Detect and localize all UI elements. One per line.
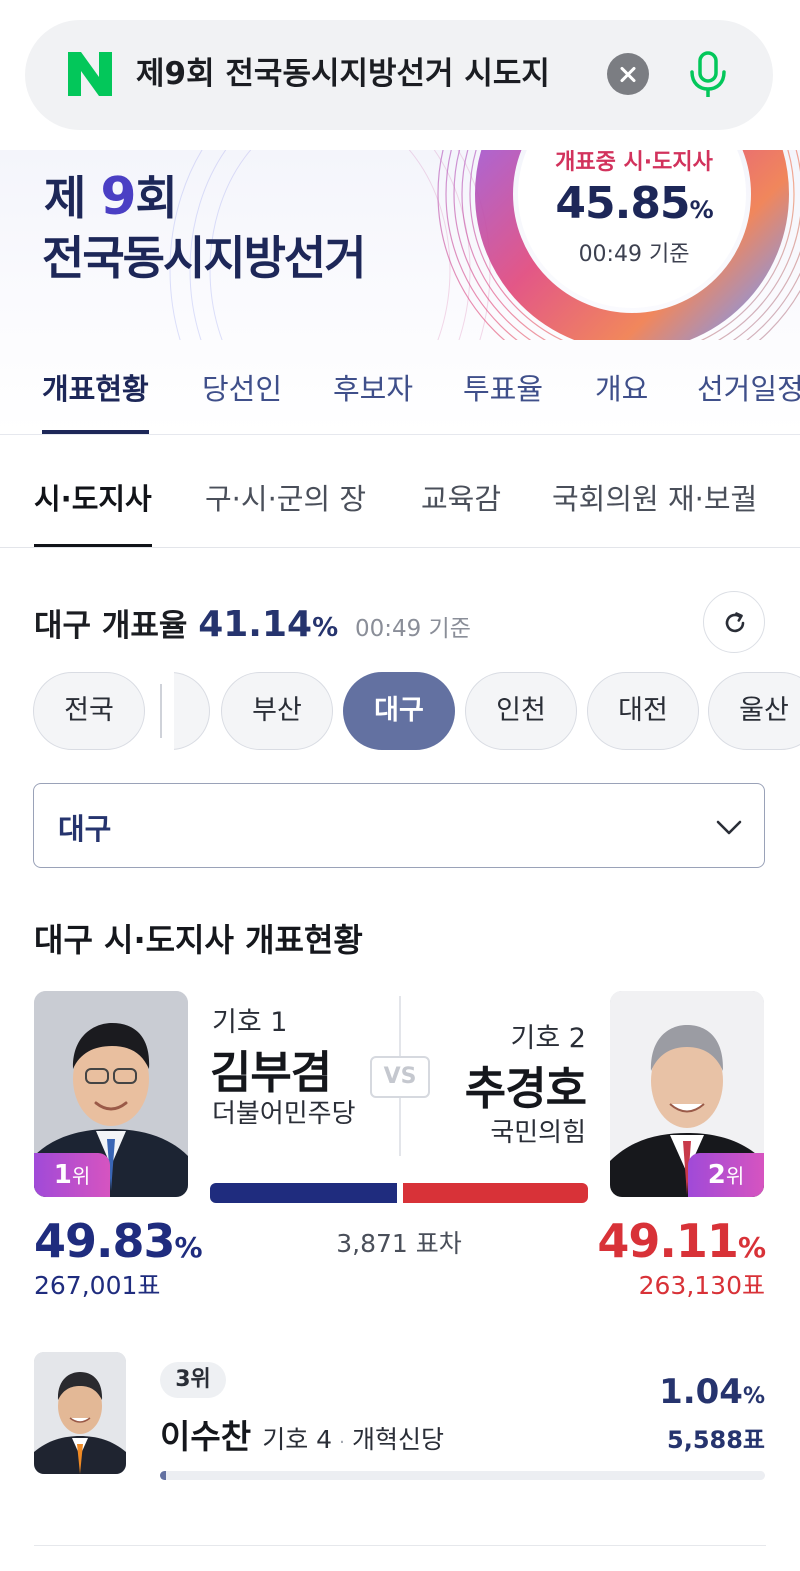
tab-local-head[interactable]: 구·시·군의 장 xyxy=(205,476,366,547)
candidate-2-photo[interactable]: 2위 xyxy=(610,991,764,1197)
election-title-line2: 전국동시지방선거 xyxy=(42,231,367,285)
counting-time: 00:49 기준 xyxy=(578,242,690,267)
region-select[interactable]: 대구 xyxy=(33,783,765,868)
tab-overview[interactable]: 개요 xyxy=(595,366,648,434)
tab-superintendent[interactable]: 교육감 xyxy=(421,476,501,547)
search-header: 제9회 전국동시지방선거 시도지 xyxy=(0,0,800,150)
candidate-1-percent: 49.83% xyxy=(34,1214,203,1268)
candidate-1-name[interactable]: 김부겸 xyxy=(210,1036,332,1101)
section-title: 대구 시·도지사 개표현황 xyxy=(34,921,363,959)
counting-label: 개표중 시·도지사 xyxy=(555,150,713,175)
main-tabs: 개표현황 당선인 후보자 투표율 개요 선거일정 xyxy=(0,350,800,434)
region-select-value: 대구 xyxy=(58,812,112,846)
tab-schedule[interactable]: 선거일정 xyxy=(697,366,800,434)
candidate-3-share-bar xyxy=(160,1471,167,1480)
region-chips: 전국 부산 대구 인천 대전 울산 xyxy=(0,672,800,752)
search-input[interactable]: 제9회 전국동시지방선거 시도지 xyxy=(136,48,580,100)
chip-daejeon[interactable]: 대전 xyxy=(587,672,699,750)
candidate-2-share-bar xyxy=(403,1183,588,1203)
election-title-line1: 제 9회 xyxy=(44,167,178,227)
candidate-3-name[interactable]: 이수찬 xyxy=(160,1417,251,1456)
candidate-1-share-bar xyxy=(210,1183,398,1203)
chip-nationwide[interactable]: 전국 xyxy=(33,672,145,750)
candidate-3-info: 이수찬 기호 4 · 개혁신당 xyxy=(160,1410,444,1458)
sub-tabs: 시·도지사 구·시·군의 장 교육감 국회의원 재·보궐 xyxy=(0,436,800,548)
vote-gap: 3,871 표차 xyxy=(336,1229,462,1258)
chip-incheon[interactable]: 인천 xyxy=(465,672,577,750)
candidate-3-photo[interactable] xyxy=(34,1352,126,1474)
vote-share-bar xyxy=(210,1183,588,1203)
candidate-3-share-track xyxy=(160,1471,765,1480)
candidate-2-rank-badge: 2위 xyxy=(688,1153,764,1197)
naver-logo-icon[interactable] xyxy=(66,50,114,98)
counting-rate: 45.85% xyxy=(555,178,713,229)
candidate-2-votes: 263,130표 xyxy=(638,1271,765,1300)
candidate-2-name[interactable]: 추경호 xyxy=(420,1052,587,1117)
candidate-1-rank-badge: 1위 xyxy=(34,1153,110,1197)
candidate-3-rank-badge: 3위 xyxy=(160,1362,226,1398)
candidate-3-party: 개혁신당 xyxy=(351,1425,444,1454)
candidate-3-portrait xyxy=(34,1352,126,1474)
chevron-down-icon xyxy=(716,820,742,835)
candidate-2-party: 국민의힘 xyxy=(490,1118,586,1148)
candidate-1-votes: 267,001표 xyxy=(34,1271,161,1300)
candidate-2-number: 기호 2 xyxy=(510,1023,586,1054)
candidate-2-percent: 49.11% xyxy=(597,1214,766,1268)
tab-candidates[interactable]: 후보자 xyxy=(333,366,413,434)
candidate-3-separator: · xyxy=(339,1432,345,1453)
candidate-1-photo[interactable]: 1위 xyxy=(34,991,188,1197)
refresh-icon xyxy=(725,612,745,633)
chip-busan[interactable]: 부산 xyxy=(221,672,333,750)
tab-governor[interactable]: 시·도지사 xyxy=(34,476,152,547)
candidate-3-votes: 5,588표 xyxy=(667,1426,765,1454)
candidate-1-number: 기호 1 xyxy=(212,1007,288,1038)
candidate-3-percent: 1.04% xyxy=(659,1372,765,1412)
region-count-rate: 대구 개표율 41.14% 00:49 기준 xyxy=(34,604,471,645)
refresh-button[interactable] xyxy=(703,591,765,653)
section-divider xyxy=(34,1545,766,1546)
tab-count-status[interactable]: 개표현황 xyxy=(42,366,149,434)
tab-winners[interactable]: 당선인 xyxy=(202,366,282,434)
chip-divider xyxy=(160,684,162,738)
tab-turnout[interactable]: 투표율 xyxy=(463,366,543,434)
tab-by-election[interactable]: 국회의원 재·보궐 xyxy=(552,476,757,547)
close-icon[interactable] xyxy=(607,53,649,95)
microphone-icon[interactable] xyxy=(684,50,732,100)
election-banner: 제 9회 전국동시지방선거 개표중 시·도지사 45.85% 00:49 기준 … xyxy=(0,150,800,435)
candidate-1-party: 더불어민주당 xyxy=(212,1099,356,1129)
chip-daegu[interactable]: 대구 xyxy=(343,672,455,750)
candidate-3-number: 기호 4 xyxy=(262,1425,333,1454)
chip-ulsan[interactable]: 울산 xyxy=(708,672,800,750)
